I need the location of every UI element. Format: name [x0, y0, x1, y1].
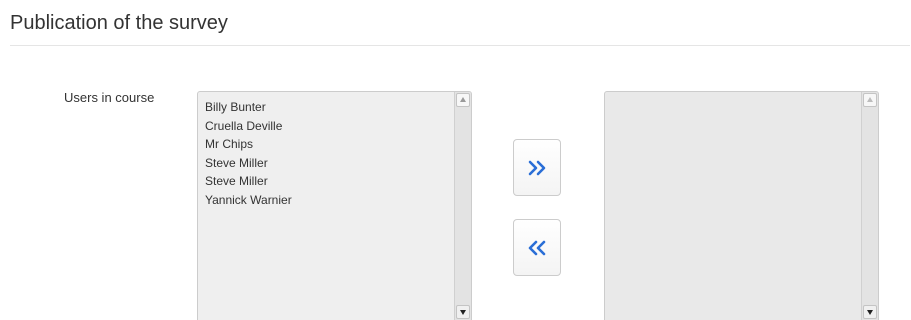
list-item[interactable]: Cruella Deville	[205, 117, 453, 136]
remove-users-button[interactable]	[513, 219, 561, 276]
arrow-down-icon	[867, 310, 873, 315]
scroll-down-button[interactable]	[863, 305, 877, 319]
scroll-up-button[interactable]	[456, 93, 470, 107]
title-divider	[10, 45, 910, 46]
available-users-list[interactable]: Billy Bunter Cruella Deville Mr Chips St…	[197, 91, 472, 320]
available-users-scrollbar[interactable]	[454, 92, 471, 320]
list-item[interactable]: Mr Chips	[205, 135, 453, 154]
arrow-up-icon	[460, 97, 466, 102]
scroll-up-button[interactable]	[863, 93, 877, 107]
scroll-down-button[interactable]	[456, 305, 470, 319]
survey-publication-page: Publication of the survey Users in cours…	[0, 0, 911, 320]
selected-users-scrollbar[interactable]	[861, 92, 878, 320]
section-title: Publication of the survey	[10, 12, 228, 34]
list-item[interactable]: Steve Miller	[205, 154, 453, 173]
add-users-button[interactable]	[513, 139, 561, 196]
selected-users-list[interactable]	[604, 91, 879, 320]
selected-users-items	[605, 92, 860, 98]
arrow-down-icon	[460, 310, 466, 315]
double-chevron-left-icon	[528, 240, 546, 256]
list-item[interactable]: Billy Bunter	[205, 98, 453, 117]
users-in-course-label: Users in course	[64, 90, 155, 105]
list-item[interactable]: Yannick Warnier	[205, 191, 453, 210]
list-item[interactable]: Steve Miller	[205, 172, 453, 191]
double-chevron-right-icon	[528, 160, 546, 176]
available-users-items: Billy Bunter Cruella Deville Mr Chips St…	[198, 92, 453, 209]
arrow-up-icon	[867, 97, 873, 102]
